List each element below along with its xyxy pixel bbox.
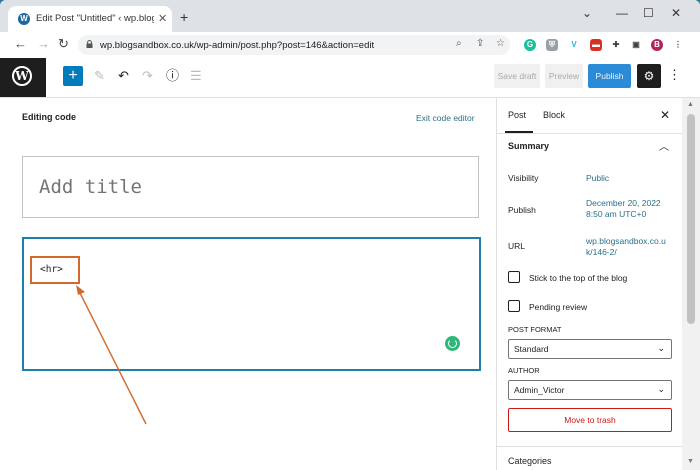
- chevron-up-icon[interactable]: ︿: [659, 138, 669, 153]
- author-select[interactable]: Admin_Victor ⌄: [508, 380, 672, 400]
- info-icon[interactable]: ⓘ: [166, 68, 179, 84]
- grammarly-extension-icon[interactable]: G: [524, 39, 536, 51]
- bookmark-star-icon[interactable]: ☆: [496, 38, 505, 49]
- tab-title: Edit Post "Untitled" ‹ wp.blogsan: [36, 13, 154, 24]
- publish-button[interactable]: Publish: [588, 64, 631, 88]
- scrollbar-thumb[interactable]: [687, 114, 695, 324]
- wordpress-logo-icon[interactable]: W: [0, 58, 46, 97]
- gear-icon[interactable]: ⚙: [637, 64, 661, 88]
- profile-avatar[interactable]: B: [651, 39, 663, 51]
- sticky-label: Stick to the top of the blog: [529, 273, 628, 283]
- search-icon[interactable]: ⌕: [456, 38, 462, 49]
- vimeo-extension-icon[interactable]: V: [568, 39, 580, 51]
- browser-window: W Edit Post "Untitled" ‹ wp.blogsan ✕ + …: [0, 0, 700, 470]
- post-format-caption: POST FORMAT: [508, 325, 562, 334]
- preview-button[interactable]: Preview: [545, 64, 583, 88]
- url-text: wp.blogsandbox.co.uk/wp-admin/post.php?p…: [100, 40, 375, 51]
- chevron-down-icon[interactable]: ⌄: [582, 6, 592, 20]
- minimize-icon[interactable]: —: [616, 6, 628, 20]
- settings-sidebar: Post Block ✕ Summary ︿ Visibility Public…: [496, 98, 683, 470]
- puzzle-extensions-icon[interactable]: ✚: [610, 39, 622, 51]
- scroll-up-icon[interactable]: ▲: [687, 101, 694, 108]
- editor-header: W + ✎ ↶ ↷ ⓘ ☰ Save draft Preview Publish…: [0, 58, 700, 98]
- post-format-value: Standard: [514, 344, 549, 354]
- shield-extension-icon[interactable]: ⛨: [546, 39, 558, 51]
- list-view-icon[interactable]: ☰: [190, 68, 202, 84]
- close-window-icon[interactable]: ✕: [671, 6, 681, 20]
- chevron-down-icon: ⌄: [657, 343, 665, 353]
- url-value[interactable]: wp.blogsandbox.co.u k/146-2/: [586, 236, 666, 258]
- url-line1: wp.blogsandbox.co.u: [586, 236, 666, 246]
- summary-heading[interactable]: Summary: [508, 141, 549, 151]
- chevron-down-icon: ⌄: [657, 384, 665, 394]
- browser-tab[interactable]: W Edit Post "Untitled" ‹ wp.blogsan ✕: [8, 6, 172, 32]
- new-tab-button[interactable]: +: [180, 10, 188, 24]
- editor-canvas: Editing code Exit code editor Add title …: [0, 98, 496, 470]
- browser-toolbar: ← → ↻ wp.blogsandbox.co.uk/wp-admin/post…: [0, 32, 700, 59]
- more-vertical-icon[interactable]: ⋮: [668, 67, 681, 83]
- publish-date-value[interactable]: December 20, 2022 8:50 am UTC+0: [586, 198, 661, 220]
- side-panel-icon[interactable]: ▣: [630, 39, 642, 51]
- tab-block[interactable]: Block: [543, 110, 565, 120]
- tab-post[interactable]: Post: [508, 110, 526, 120]
- block-inserter-button[interactable]: +: [63, 66, 83, 86]
- tab-close-icon[interactable]: ✕: [158, 12, 167, 25]
- back-icon[interactable]: ←: [14, 36, 27, 52]
- publish-date-line2: 8:50 am UTC+0: [586, 209, 647, 219]
- address-bar[interactable]: wp.blogsandbox.co.uk/wp-admin/post.php?p…: [78, 35, 510, 55]
- author-caption: AUTHOR: [508, 366, 540, 375]
- url-label: URL: [508, 241, 526, 251]
- close-icon[interactable]: ✕: [660, 108, 670, 122]
- scrollbar[interactable]: ▲ ▼: [682, 98, 700, 470]
- maximize-icon[interactable]: ☐: [643, 6, 654, 20]
- categories-panel-toggle[interactable]: Categories: [508, 456, 552, 466]
- pencil-icon[interactable]: ✎: [94, 68, 105, 84]
- pending-review-label: Pending review: [529, 302, 588, 312]
- scroll-down-icon[interactable]: ▼: [687, 458, 694, 465]
- annotation-arrow-icon: [76, 285, 147, 425]
- divider: [497, 446, 683, 447]
- publish-date-line1: December 20, 2022: [586, 198, 661, 208]
- author-value: Admin_Victor: [514, 385, 565, 395]
- wordpress-favicon-icon: W: [18, 13, 30, 25]
- lock-icon: [86, 40, 93, 48]
- publish-label: Publish: [508, 205, 536, 215]
- red-extension-icon[interactable]: ▬: [590, 39, 602, 51]
- move-to-trash-button[interactable]: Move to trash: [508, 408, 672, 432]
- redo-icon[interactable]: ↷: [142, 68, 153, 84]
- undo-icon[interactable]: ↶: [118, 68, 129, 84]
- tab-strip: W Edit Post "Untitled" ‹ wp.blogsan ✕ + …: [0, 0, 700, 32]
- url-line2: k/146-2/: [586, 247, 617, 257]
- visibility-value[interactable]: Public: [586, 173, 609, 184]
- sticky-checkbox[interactable]: [508, 271, 520, 283]
- share-icon[interactable]: ⇪: [476, 38, 484, 49]
- pending-review-checkbox[interactable]: [508, 300, 520, 312]
- post-format-select[interactable]: Standard ⌄: [508, 339, 672, 359]
- reload-icon[interactable]: ↻: [58, 36, 69, 52]
- save-draft-button[interactable]: Save draft: [494, 64, 540, 88]
- visibility-label: Visibility: [508, 173, 539, 183]
- divider: [497, 133, 683, 134]
- forward-icon[interactable]: →: [37, 36, 50, 52]
- chrome-menu-icon[interactable]: ⋮: [672, 39, 684, 51]
